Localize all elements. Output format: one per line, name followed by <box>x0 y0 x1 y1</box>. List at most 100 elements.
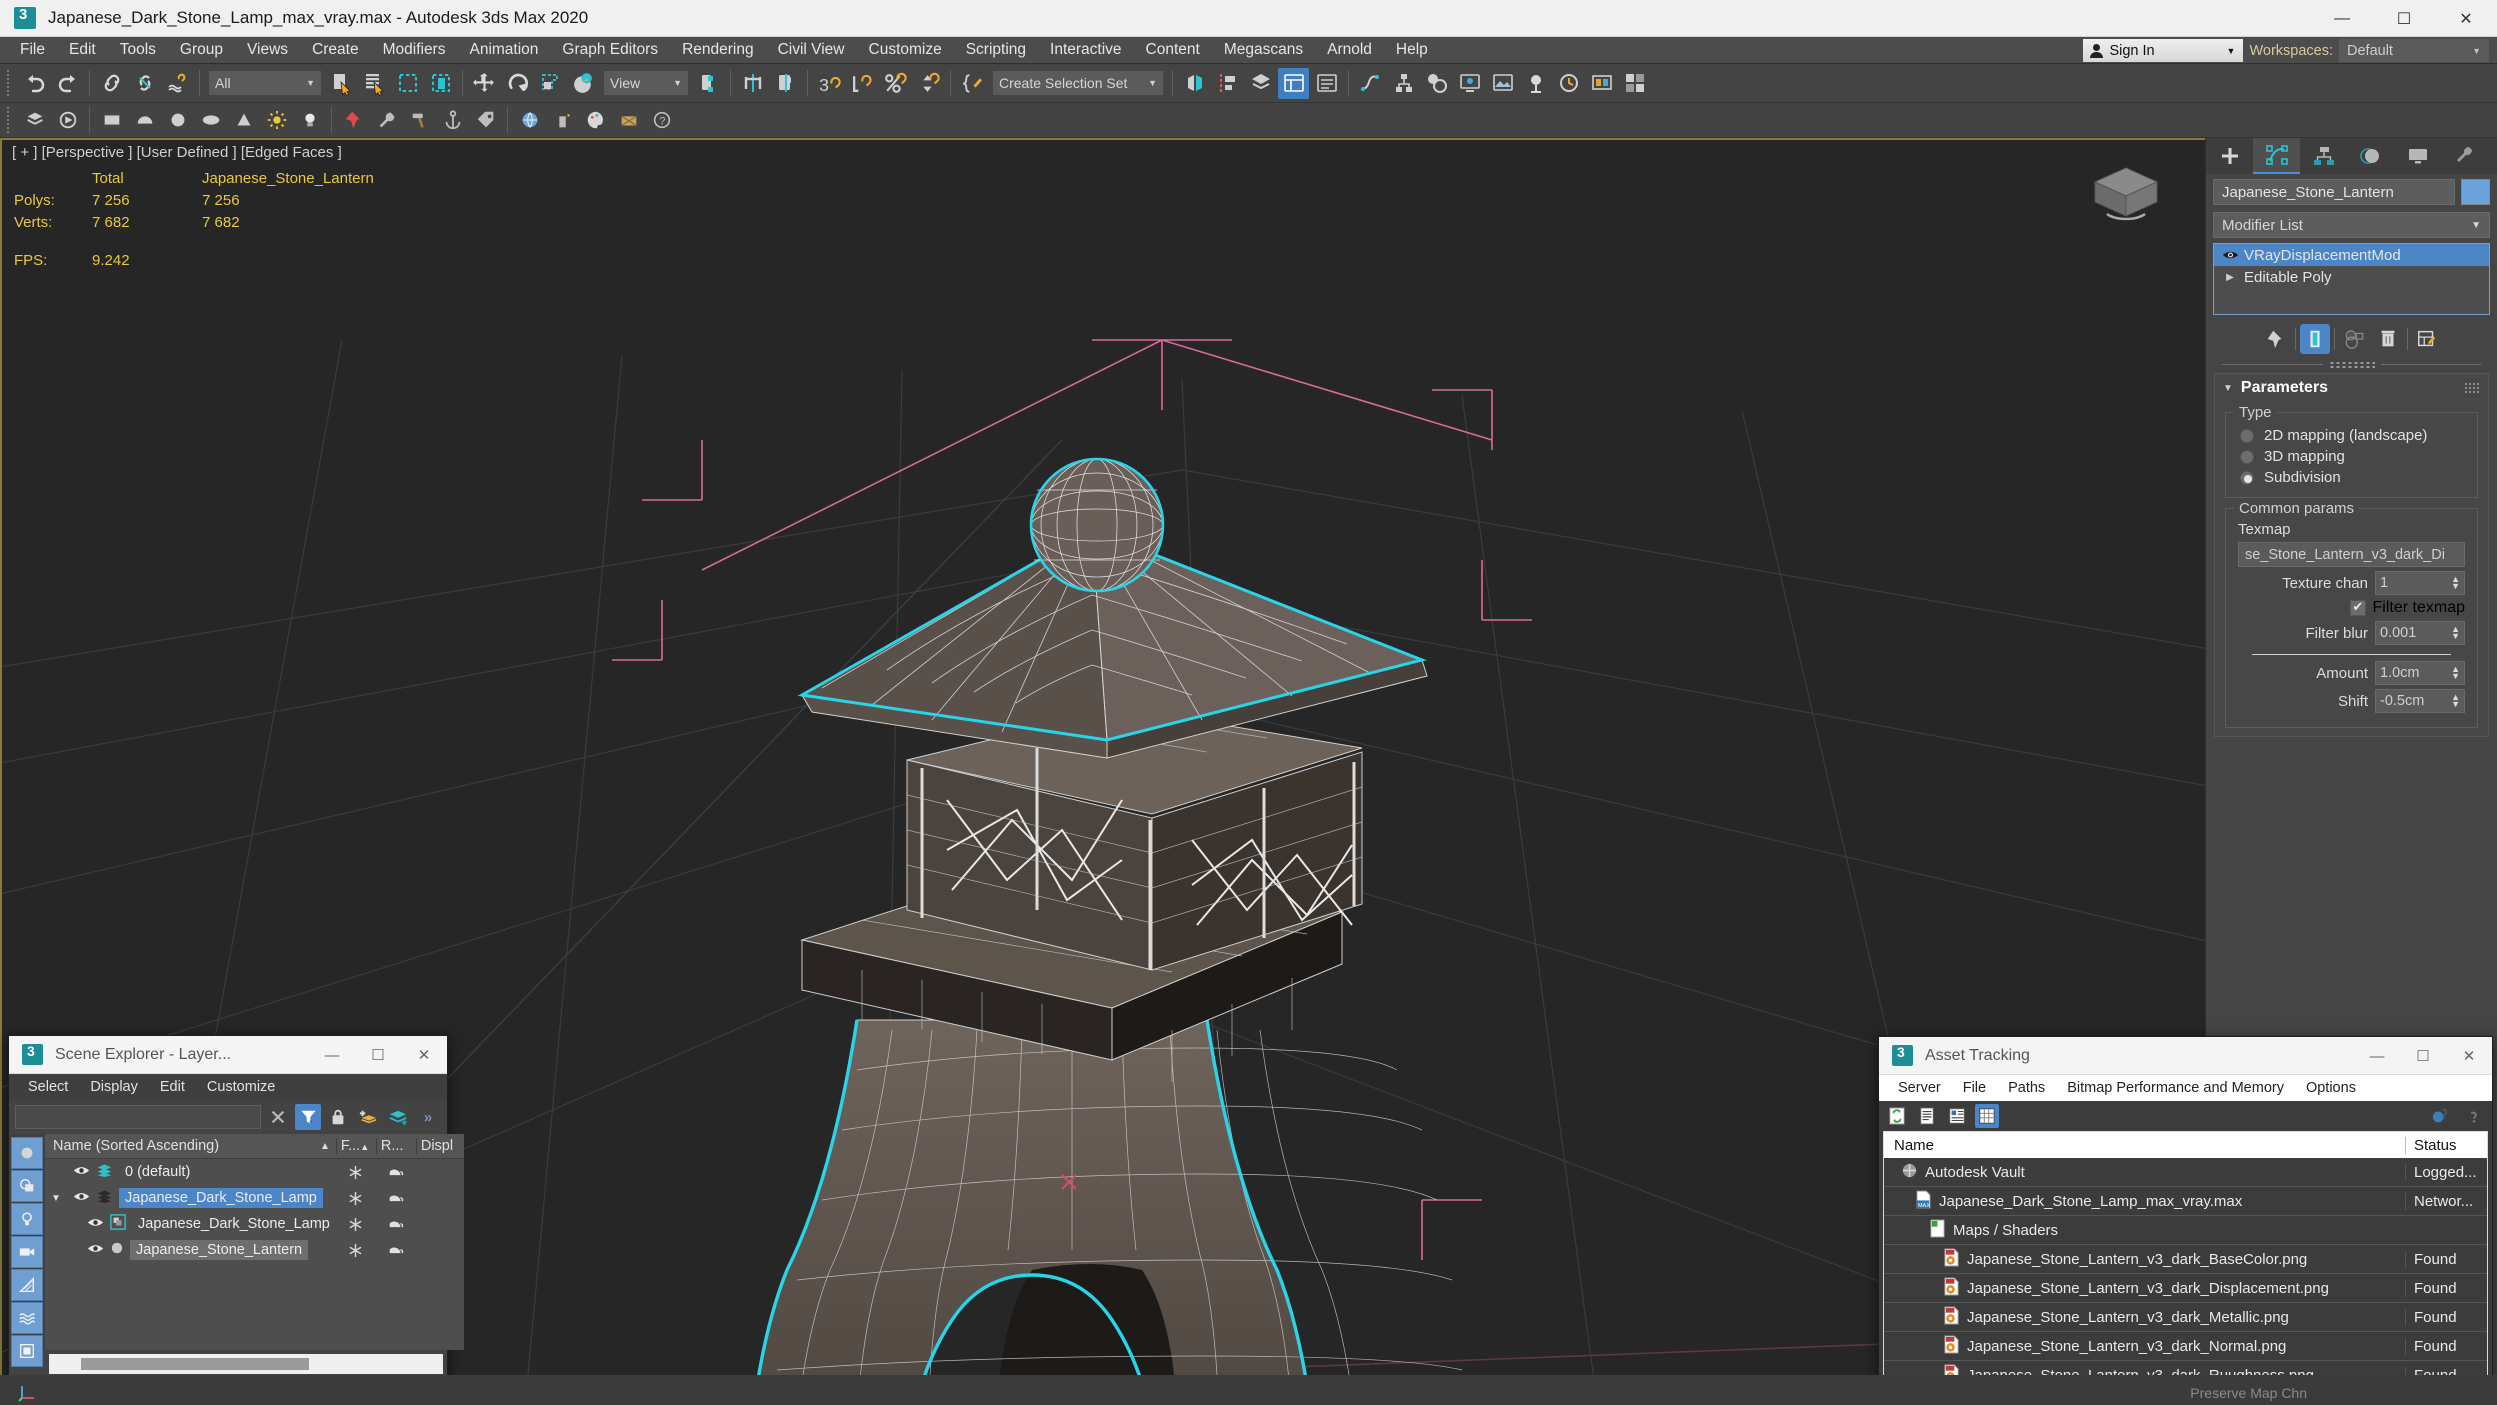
refresh-icon[interactable] <box>1885 1104 1909 1128</box>
scrollbar-thumb[interactable] <box>80 1358 310 1370</box>
hierarchy-tab[interactable] <box>2300 138 2347 174</box>
detail-view-icon[interactable] <box>1945 1104 1969 1128</box>
modifier-list-select[interactable]: Modifier List ▼ <box>2213 212 2490 238</box>
help-icon[interactable]: ? <box>646 105 677 136</box>
menu-megascans[interactable]: Megascans <box>1212 38 1315 62</box>
grid-view-icon[interactable] <box>1975 1104 1999 1128</box>
selection-filter-select[interactable]: All ▼ <box>209 71 321 95</box>
all-objects-icon[interactable] <box>11 1137 43 1169</box>
workspace-select[interactable]: Default ▼ <box>2339 39 2489 62</box>
collapse-arrow-icon[interactable]: ▼ <box>45 1193 67 1204</box>
table-row[interactable]: Japanese_Stone_Lantern_v3_dark_Displacem… <box>1884 1274 2487 1303</box>
snaps-toggle-icon[interactable]: 3 <box>814 68 845 99</box>
object-color-swatch[interactable] <box>2461 179 2490 205</box>
crate-icon[interactable] <box>613 105 644 136</box>
modifier-stack-item-editable-poly[interactable]: ▶ Editable Poly <box>2214 266 2489 288</box>
modify-tab[interactable] <box>2253 138 2300 174</box>
helpers-icon[interactable] <box>11 1269 43 1301</box>
render-iterative-icon[interactable] <box>1553 68 1584 99</box>
render-setup-icon[interactable] <box>1454 68 1485 99</box>
radio-2d-mapping[interactable]: 2D mapping (landscape) <box>2236 425 2467 446</box>
expand-arrow-icon[interactable]: ▶ <box>2216 272 2244 283</box>
teapot-icon[interactable] <box>376 1166 416 1178</box>
manage-layers-icon[interactable] <box>1245 68 1276 99</box>
groups-icon[interactable] <box>11 1335 43 1367</box>
schematic-view-icon[interactable] <box>1388 68 1419 99</box>
hemisphere-icon[interactable] <box>129 105 160 136</box>
menu-rendering[interactable]: Rendering <box>670 38 766 62</box>
viewport-label[interactable]: [ + ] [Perspective ] [User Defined ] [Ed… <box>12 144 342 161</box>
radio-button-icon[interactable] <box>2240 449 2254 464</box>
rectangular-region-icon[interactable] <box>392 68 423 99</box>
list-view-icon[interactable] <box>1915 1104 1939 1128</box>
select-link-icon[interactable] <box>96 68 127 99</box>
menu-arnold[interactable]: Arnold <box>1315 38 1384 62</box>
menu-display[interactable]: Display <box>79 1077 149 1097</box>
toggle-layer-explorer-icon[interactable] <box>1311 68 1342 99</box>
amount-spinner[interactable]: 1.0cm ▲ ▼ <box>2375 661 2465 685</box>
radio-subdivision[interactable]: Subdivision <box>2236 467 2467 488</box>
table-row[interactable]: Maps / Shaders <box>1884 1216 2487 1245</box>
menu-select[interactable]: Select <box>17 1077 79 1097</box>
percent-snap-icon[interactable] <box>880 68 911 99</box>
window-crossing-icon[interactable] <box>425 68 456 99</box>
list-item[interactable]: ▼ Japanese_Dark_Stone_Lamp <box>45 1185 464 1211</box>
modifier-stack[interactable]: VRayDisplacementMod ▶ Editable Poly <box>2213 243 2490 315</box>
eye-icon[interactable] <box>87 1242 104 1258</box>
rendered-frame-icon[interactable] <box>1487 68 1518 99</box>
edit-named-selection-icon[interactable] <box>957 68 988 99</box>
column-name[interactable]: Name (Sorted Ascending) ▲ <box>45 1138 336 1154</box>
globe-icon[interactable] <box>514 105 545 136</box>
redo-icon[interactable] <box>52 68 83 99</box>
named-selection-set-input[interactable]: Create Selection Set ▼ <box>993 71 1163 95</box>
create-icon[interactable] <box>19 105 50 136</box>
modifier-stack-item-vraydisplacementmod[interactable]: VRayDisplacementMod <box>2214 244 2489 266</box>
texture-channel-spinner[interactable]: 1 ▲ ▼ <box>2375 571 2465 595</box>
filter-icon[interactable] <box>295 1104 321 1130</box>
spinner-arrows-icon[interactable]: ▲ ▼ <box>2451 625 2460 641</box>
table-row[interactable]: Japanese_Stone_Lantern_v3_dark_Metallic.… <box>1884 1303 2487 1332</box>
cameras-icon[interactable] <box>11 1236 43 1268</box>
scene-explorer-horizontal-scrollbar[interactable] <box>49 1354 443 1374</box>
radio-3d-mapping[interactable]: 3D mapping <box>2236 446 2467 467</box>
maximize-button[interactable]: ☐ <box>2373 0 2435 37</box>
curve-editor-icon[interactable] <box>1355 68 1386 99</box>
snowflake-icon[interactable] <box>336 1243 376 1258</box>
menu-scripting[interactable]: Scripting <box>954 38 1038 62</box>
menu-file[interactable]: File <box>8 38 57 62</box>
table-row[interactable]: Japanese_Stone_Lantern_v3_dark_Normal.pn… <box>1884 1332 2487 1361</box>
menu-group[interactable]: Group <box>168 38 235 62</box>
material-editor-icon[interactable] <box>1421 68 1452 99</box>
placement-icon[interactable] <box>568 68 599 99</box>
pin-icon[interactable] <box>338 105 369 136</box>
menu-animation[interactable]: Animation <box>457 38 550 62</box>
maximize-button[interactable]: ☐ <box>355 1036 401 1074</box>
column-display[interactable]: Displ <box>415 1138 464 1154</box>
menu-server[interactable]: Server <box>1887 1078 1952 1098</box>
object-name-field[interactable]: Japanese_Stone_Lantern <box>2213 179 2455 205</box>
use-center-icon[interactable] <box>693 68 724 99</box>
menu-content[interactable]: Content <box>1134 38 1212 62</box>
angle-snap-icon[interactable] <box>847 68 878 99</box>
spinner-arrows-icon[interactable]: ▲ ▼ <box>2451 575 2460 591</box>
eye-icon[interactable] <box>73 1190 90 1206</box>
menu-customize[interactable]: Customize <box>857 38 954 62</box>
filter-blur-spinner[interactable]: 0.001 ▲ ▼ <box>2375 621 2465 645</box>
menu-file[interactable]: File <box>1952 1078 1997 1098</box>
select-by-name-icon[interactable] <box>359 68 390 99</box>
list-item[interactable]: Japanese_Stone_Lantern <box>45 1237 464 1263</box>
scene-explorer-search-input[interactable] <box>15 1105 261 1129</box>
select-object-icon[interactable] <box>326 68 357 99</box>
select-highlight-icon[interactable] <box>385 1104 411 1130</box>
geometry-icon[interactable] <box>11 1170 43 1202</box>
motion-tab[interactable] <box>2347 138 2394 174</box>
show-end-result-icon[interactable] <box>2300 324 2330 354</box>
align-icon[interactable] <box>770 68 801 99</box>
tag-icon[interactable] <box>470 105 501 136</box>
table-row[interactable]: Autodesk Vault Logged... <box>1884 1158 2487 1187</box>
filter-texmap-checkbox[interactable] <box>2349 599 2366 616</box>
display-tab[interactable] <box>2394 138 2441 174</box>
lights-icon[interactable] <box>11 1203 43 1235</box>
align-tool-icon[interactable] <box>1212 68 1243 99</box>
reference-coordinate-select[interactable]: View ▼ <box>604 71 688 95</box>
